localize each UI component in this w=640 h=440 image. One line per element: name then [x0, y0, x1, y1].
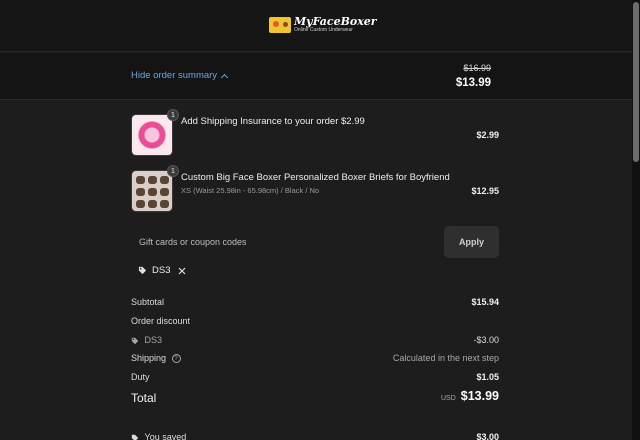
coupon-code-input[interactable]: Gift cards or coupon codes: [131, 226, 437, 258]
tag-icon: [131, 434, 139, 440]
item-title: Custom Big Face Boxer Personalized Boxer…: [181, 172, 450, 183]
total-row: Total USD $13.99: [131, 389, 499, 405]
store-logo[interactable]: MyFaceBoxer Online Custom Underwear: [269, 16, 377, 33]
shipping-row: Shipping ? Calculated in the next step: [131, 353, 499, 364]
savings-label: You saved: [144, 432, 187, 440]
total-value: $13.99: [460, 389, 499, 403]
chevron-up-icon: [221, 73, 229, 81]
duty-value: $1.05: [476, 372, 499, 382]
quantity-badge: 1: [167, 109, 179, 121]
remove-discount-icon[interactable]: [178, 267, 186, 275]
hide-order-summary-button[interactable]: Hide order summary: [131, 70, 229, 81]
shipping-insurance-thumbnail: [131, 114, 173, 156]
order-discount-row: Order discount: [131, 316, 499, 326]
total-label: Total: [131, 391, 157, 405]
help-icon[interactable]: ?: [171, 354, 181, 364]
line-item: 1 Custom Big Face Boxer Personalized Box…: [131, 165, 499, 212]
scrollbar-thumb[interactable]: [633, 2, 639, 162]
header-bar: MyFaceBoxer Online Custom Underwear: [0, 0, 632, 52]
subtotal-row: Subtotal $15.94: [131, 297, 499, 307]
tag-icon: [138, 266, 147, 275]
discount-code-row: DS3 -$3.00: [131, 335, 499, 345]
discount-value: -$3.00: [473, 335, 499, 345]
toggle-label: Hide order summary: [131, 70, 218, 81]
apply-coupon-button[interactable]: Apply: [444, 226, 499, 258]
boxer-briefs-thumbnail: [131, 170, 173, 212]
summary-total: $13.99: [455, 77, 491, 89]
shipping-value: Calculated in the next step: [392, 353, 499, 363]
logo-text: MyFaceBoxer: [294, 15, 377, 28]
savings-row: You saved $3.00: [131, 432, 499, 440]
discount-label: Order discount: [131, 316, 191, 326]
duty-row: Duty $1.05: [131, 372, 499, 382]
item-title: Add Shipping Insurance to your order $2.…: [181, 116, 365, 127]
line-item: 1 Add Shipping Insurance to your order $…: [131, 109, 499, 156]
item-variant: XS (Waist 25.98in - 65.98cm) / Black / N…: [181, 186, 320, 195]
shipping-label: Shipping: [131, 353, 167, 363]
original-total: $16.99: [463, 63, 491, 73]
item-price: $12.95: [471, 186, 499, 196]
applied-code: DS3: [152, 265, 171, 276]
subtotal-label: Subtotal: [131, 297, 165, 307]
quantity-badge: 1: [167, 165, 179, 177]
tag-icon: [131, 337, 139, 344]
duty-label: Duty: [131, 372, 150, 382]
order-summary-toggle-bar[interactable]: Hide order summary $16.99 $13.99: [0, 53, 632, 100]
item-price: $2.99: [476, 130, 499, 140]
savings-value: $3.00: [476, 432, 499, 440]
logo-tagline: Online Custom Underwear: [294, 27, 353, 33]
currency-code: USD: [440, 395, 456, 402]
logo-face-icon: [269, 16, 291, 33]
subtotal-value: $15.94: [471, 297, 499, 307]
scrollbar[interactable]: [632, 0, 640, 440]
applied-discount-chip: DS3: [138, 265, 186, 276]
discount-code: DS3: [144, 335, 163, 345]
